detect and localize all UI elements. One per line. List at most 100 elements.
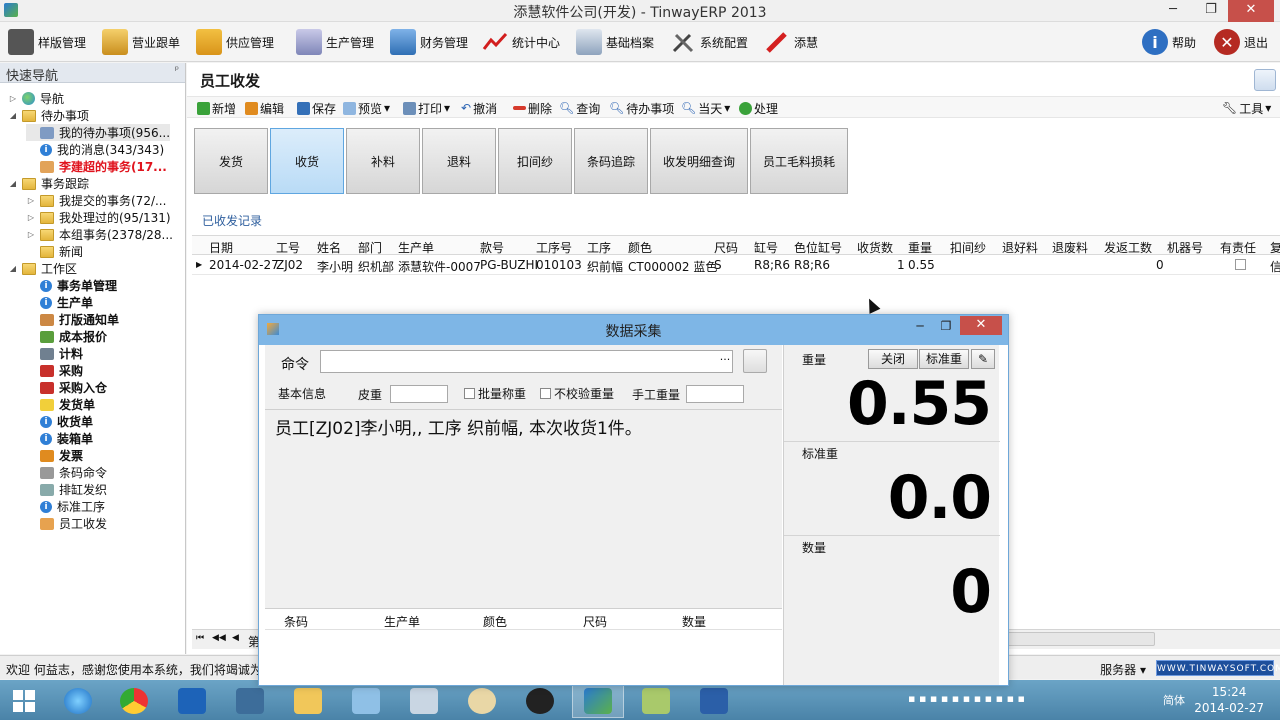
- column-header[interactable]: 日期: [209, 239, 233, 256]
- nav-item[interactable]: 员工收发: [26, 515, 107, 532]
- pin-icon[interactable]: ᵖ: [175, 65, 179, 76]
- column-header[interactable]: 工号: [276, 239, 300, 256]
- new-button[interactable]: 新增: [197, 100, 236, 116]
- dialog-maximize-button[interactable]: ❐: [934, 317, 958, 335]
- tare-input[interactable]: [390, 385, 449, 403]
- taskbar-photos[interactable]: [340, 684, 392, 718]
- column-header[interactable]: 发返工数: [1104, 239, 1152, 256]
- nav-item[interactable]: 新闻: [26, 243, 83, 260]
- nav-item[interactable]: ◢ 工作区: [8, 260, 77, 277]
- column-header[interactable]: 退好料: [1002, 239, 1038, 256]
- nav-item[interactable]: ◢ 事务跟踪: [8, 175, 89, 192]
- std-weight-button[interactable]: 标准重: [919, 349, 969, 369]
- start-button[interactable]: [0, 684, 48, 718]
- process-button[interactable]: 处理: [739, 100, 778, 116]
- wool-loss-button[interactable]: 员工毛料损耗: [750, 128, 848, 194]
- nav-item[interactable]: 打版通知单: [26, 311, 119, 328]
- menu-sales-tracking[interactable]: 营业跟单: [102, 26, 180, 58]
- nav-item[interactable]: 采购入仓: [26, 379, 107, 396]
- menu-statistics-center[interactable]: 统计中心: [482, 26, 560, 58]
- help-button[interactable]: i 帮助: [1142, 26, 1196, 58]
- nav-item[interactable]: ▷ 我处理过的(95/131): [26, 209, 171, 226]
- restore-button[interactable]: ❐: [1196, 0, 1226, 22]
- horizontal-scrollbar[interactable]: [1007, 632, 1155, 646]
- back-button[interactable]: ◀: [232, 633, 239, 643]
- nav-item[interactable]: i 装箱单: [26, 430, 93, 447]
- column-header[interactable]: 机器号: [1167, 239, 1203, 256]
- menu-tianhui[interactable]: 添慧: [764, 26, 818, 58]
- column-header[interactable]: 工序号: [536, 239, 572, 256]
- nav-item[interactable]: i 标准工序: [26, 498, 105, 515]
- nav-item[interactable]: ▷ 我提交的事务(72/...: [26, 192, 167, 209]
- nav-item[interactable]: ▷ 本组事务(2378/28...: [26, 226, 173, 243]
- expand-toggle-icon[interactable]: ▷: [26, 196, 36, 205]
- nav-item[interactable]: 排缸发织: [26, 481, 107, 498]
- dialog-close-button[interactable]: ✕: [960, 316, 1002, 335]
- nav-item[interactable]: ◢ 待办事项: [8, 107, 89, 124]
- save-button[interactable]: 保存: [297, 100, 336, 116]
- column-header[interactable]: 尺码: [714, 239, 738, 256]
- taskbar-qq[interactable]: [514, 684, 566, 718]
- server-menu[interactable]: 服务器 ▾: [1100, 661, 1146, 678]
- command-browse-button[interactable]: ···: [717, 350, 733, 373]
- nav-item[interactable]: 采购: [26, 362, 83, 379]
- nav-item[interactable]: i 事务单管理: [26, 277, 117, 294]
- scale-close-button[interactable]: 关闭: [868, 349, 918, 369]
- column-header[interactable]: 款号: [480, 239, 504, 256]
- expand-toggle-icon[interactable]: ▷: [26, 213, 36, 222]
- column-header[interactable]: 复: [1270, 239, 1280, 256]
- nav-item[interactable]: 发货单: [26, 396, 95, 413]
- detail-query-button[interactable]: 收发明细查询: [650, 128, 748, 194]
- edit-button[interactable]: 编辑: [245, 100, 284, 116]
- column-header[interactable]: 部门: [358, 239, 382, 256]
- column-header[interactable]: 扣间纱: [950, 239, 986, 256]
- minimize-button[interactable]: ─: [1158, 0, 1188, 22]
- refresh-button[interactable]: [1254, 69, 1276, 91]
- menu-production-management[interactable]: 生产管理: [296, 26, 374, 58]
- column-header[interactable]: 色位缸号: [794, 239, 842, 256]
- command-input[interactable]: [320, 350, 733, 373]
- query-button[interactable]: 🔍︎ 查询: [559, 100, 600, 116]
- print-button[interactable]: 打印 ▾: [403, 100, 450, 116]
- nav-item[interactable]: 条码命令: [26, 464, 107, 481]
- return-material-button[interactable]: 退料: [422, 128, 496, 194]
- no-verify-checkbox[interactable]: [540, 388, 551, 399]
- language-indicator[interactable]: 简体: [1163, 692, 1185, 708]
- column-header[interactable]: 重量: [908, 239, 932, 256]
- column-header[interactable]: 颜色: [628, 239, 652, 256]
- column-header[interactable]: 生产单: [398, 239, 434, 256]
- expand-toggle-icon[interactable]: ◢: [8, 111, 18, 120]
- no-verify-option[interactable]: 不校验重量: [540, 385, 614, 402]
- preview-button[interactable]: 预览 ▾: [343, 100, 390, 116]
- menu-basic-archive[interactable]: 基础档案: [576, 26, 654, 58]
- clock[interactable]: 15:24 2014-02-27: [1194, 684, 1264, 716]
- batch-weigh-option[interactable]: 批量称重: [464, 385, 526, 402]
- column-header[interactable]: 姓名: [317, 239, 341, 256]
- nav-item[interactable]: i 生产单: [26, 294, 93, 311]
- taskbar-erp[interactable]: [572, 684, 624, 718]
- expand-toggle-icon[interactable]: ▷: [8, 94, 18, 103]
- command-submit-button[interactable]: [743, 349, 767, 373]
- nav-item[interactable]: ▷ 导航: [8, 90, 64, 107]
- manual-weight-input[interactable]: [686, 385, 745, 403]
- first-page-button[interactable]: ⏮: [196, 633, 204, 643]
- nav-item[interactable]: 发票: [26, 447, 83, 464]
- nav-item[interactable]: 我的待办事项(956...: [26, 124, 171, 141]
- taskbar-remote[interactable]: [224, 684, 276, 718]
- responsibility-checkbox[interactable]: [1235, 259, 1246, 270]
- menu-supply-management[interactable]: 供应管理: [196, 26, 274, 58]
- menu-sample-management[interactable]: 样版管理: [8, 26, 86, 58]
- table-row[interactable]: ▶ 2014-02-27 ZJ02 李小明 织机部 添慧软件-0007 PG-BUZHI 0…: [192, 255, 1280, 275]
- taskbar-paint[interactable]: [456, 684, 508, 718]
- batch-weigh-checkbox[interactable]: [464, 388, 475, 399]
- column-header[interactable]: 退废料: [1052, 239, 1088, 256]
- menu-system-config[interactable]: 系统配置: [670, 26, 748, 58]
- taskbar-ie[interactable]: [52, 684, 104, 718]
- column-header[interactable]: 缸号: [754, 239, 778, 256]
- undo-button[interactable]: ↶ 撤消: [461, 100, 497, 116]
- taskbar-outlook[interactable]: [166, 684, 218, 718]
- taskbar-app-green[interactable]: [630, 684, 682, 718]
- taskbar-chrome[interactable]: [108, 684, 160, 718]
- edit-icon[interactable]: ✎: [971, 349, 995, 369]
- nav-item[interactable]: 成本报价: [26, 328, 107, 345]
